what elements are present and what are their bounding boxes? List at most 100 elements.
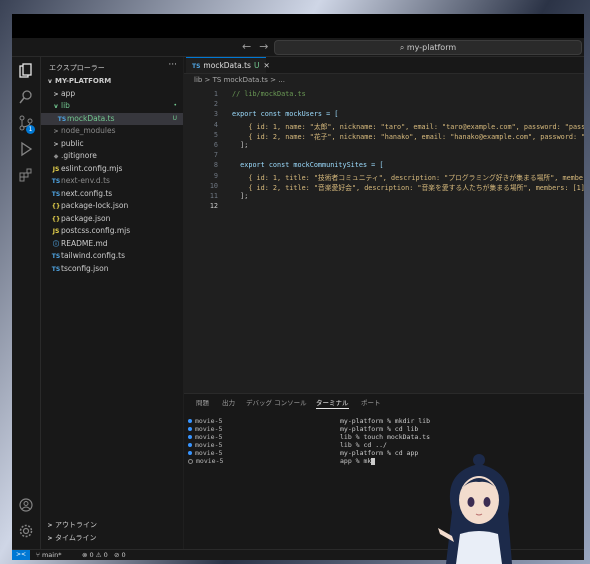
tab-label: mockData.ts (203, 61, 251, 70)
terminal-line-text: lib % touch mockData.ts (340, 433, 431, 441)
more-actions-icon[interactable]: ··· (168, 60, 177, 70)
remote-indicator[interactable]: >< (12, 550, 30, 560)
editor-tabs: TS mockData.ts U ✕ (184, 57, 584, 74)
vtuber-avatar (438, 454, 512, 564)
terminal-instance-label: movie-5 (196, 457, 224, 465)
line-number: 2 (213, 100, 218, 109)
editor-area: TS mockData.ts U ✕ lib > TS mockData.ts > .… (184, 57, 584, 393)
terminal-instance-label: movie-5 (195, 441, 223, 449)
terminal-cursor (371, 457, 376, 465)
tree-item[interactable]: TStsconfig.json (41, 263, 183, 276)
search-view-icon[interactable] (18, 89, 34, 105)
terminal-instance[interactable]: movie-5 (188, 441, 223, 449)
terminal-status-icon (188, 458, 193, 464)
tree-item-label: package-lock.json (61, 201, 129, 210)
terminal-line: my-platform % mkdir lib (340, 417, 430, 425)
tree-item[interactable]: ◆ .gitignore (41, 150, 183, 163)
explorer-title: エクスプローラー (49, 64, 105, 72)
panel-tab[interactable]: ターミナル (316, 397, 349, 409)
terminal-status-icon (188, 435, 192, 439)
settings-gear-icon[interactable] (18, 523, 34, 539)
git-branch[interactable]: ⑂ main* (36, 550, 61, 560)
tree-item[interactable]: v lib • (41, 100, 183, 113)
git-status: • (173, 102, 177, 109)
branch-label: main* (41, 551, 62, 559)
tree-item[interactable]: TSnext-env.d.ts (41, 175, 183, 188)
panel-tab[interactable]: 出力 (222, 397, 235, 407)
terminal-instance[interactable]: movie-5 (188, 425, 223, 433)
command-center-search[interactable]: ⌕ my-platform (274, 40, 582, 55)
tree-item[interactable]: JS eslint.config.mjs (41, 163, 183, 176)
tree-item[interactable]: TSmockData.ts U (41, 112, 183, 125)
workspace-root[interactable]: v MY-PLATFORM (41, 75, 183, 88)
line-number: 10 (209, 181, 218, 190)
terminal-instance[interactable]: movie-5 (188, 433, 223, 441)
tree-item-label: node_modules (61, 126, 116, 135)
terminal-line: my-platform % cd lib (340, 425, 430, 433)
line-number: 4 (213, 120, 218, 129)
tree-item[interactable]: JS postcss.config.mjs (41, 225, 183, 238)
forward-arrow-icon[interactable]: → (259, 40, 268, 53)
chevron-right-icon: > (47, 534, 53, 542)
tree-item[interactable]: {}package-lock.json (41, 200, 183, 213)
terminal-instance-label: movie-5 (195, 449, 223, 457)
terminal-instance[interactable]: movie-5 (188, 457, 223, 465)
terminal-status-icon (188, 443, 192, 447)
code-line: { id: 1, name: "太郎", nickname: "taro", e… (232, 122, 584, 131)
timeline-section[interactable]: > タイムライン (41, 532, 183, 545)
tree-item-label: mockData.ts (67, 113, 115, 123)
tree-item-label: next.config.ts (61, 188, 113, 198)
back-arrow-icon[interactable]: ← (242, 40, 251, 53)
terminal-instance-label: movie-5 (195, 433, 223, 441)
typescript-file-icon: TS (192, 63, 201, 70)
tree-item[interactable]: > app (41, 88, 183, 101)
source-control-badge: 1 (26, 125, 35, 134)
tree-item-label: package.json (61, 213, 111, 223)
tree-item-label: postcss.config.mjs (61, 226, 131, 235)
run-debug-icon[interactable] (18, 141, 34, 157)
tree-item[interactable]: > node_modules (41, 125, 183, 138)
terminal-line: lib % cd ../ (340, 441, 430, 449)
code-line: { id: 2, title: "音楽愛好会", description: "音… (232, 183, 584, 192)
terminal-line: lib % touch mockData.ts (340, 433, 430, 441)
terminal-status-icon (188, 419, 192, 423)
outline-section[interactable]: > アウトライン (41, 519, 183, 532)
terminal-line: app % mk (340, 457, 430, 465)
tree-item-label: public (61, 138, 84, 148)
search-icon: ⌕ (399, 43, 405, 52)
activity-bar: 1 (12, 57, 41, 550)
tree-item-label: README.md (61, 238, 108, 248)
code-editor[interactable]: 1 // lib/mockData.ts 2 3 export const mockUs… (184, 86, 584, 226)
tree-item[interactable]: {}package.json (41, 213, 183, 226)
tree-item[interactable]: TSnext.config.ts (41, 188, 183, 201)
code-line: export const mockCommunitySites = [ (232, 161, 384, 170)
bottom-sections: > アウトライン > タイムライン (41, 519, 183, 544)
tab-mockdata[interactable]: TS mockData.ts U ✕ (186, 57, 270, 73)
tree-item[interactable]: > public (41, 138, 183, 151)
close-icon[interactable]: ✕ (263, 61, 269, 70)
account-icon[interactable] (18, 497, 34, 513)
explorer-icon[interactable] (18, 63, 34, 79)
breadcrumb[interactable]: lib > TS mockData.ts > ... (184, 74, 584, 86)
tree-item[interactable]: ⓘ README.md (41, 238, 183, 251)
code-line: { id: 1, title: "技術者コミュニティ", description… (232, 173, 584, 182)
terminal-output[interactable]: my-platform % mkdir lib my-platform % cd … (340, 417, 430, 465)
panel-tab[interactable]: デバッグ コンソール (246, 397, 307, 407)
terminal-line-text: my-platform % mkdir lib (340, 417, 431, 425)
panel-tab[interactable]: ポート (361, 397, 381, 407)
terminal-status-icon (188, 451, 192, 455)
panel-tab[interactable]: 問題 (196, 397, 209, 407)
code-line: export const mockUsers = [ (232, 110, 339, 119)
terminal-instance[interactable]: movie-5 (188, 417, 223, 425)
workspace-root-label: MY-PLATFORM (55, 77, 112, 85)
terminal-status-icon (188, 427, 192, 431)
ports-indicator[interactable]: ⊘ 0 (114, 550, 126, 560)
timeline-label: タイムライン (55, 533, 97, 542)
line-number: 9 (213, 171, 218, 180)
tree-item[interactable]: TStailwind.config.ts (41, 250, 183, 263)
terminal-instance[interactable]: movie-5 (188, 449, 223, 457)
extensions-icon[interactable] (18, 167, 34, 183)
problems-indicator[interactable]: ⊗ 0 ⚠ 0 (82, 550, 108, 560)
tree-item-label: tailwind.config.ts (61, 251, 126, 260)
command-center-bar: ← → ⌕ my-platform (12, 38, 584, 57)
